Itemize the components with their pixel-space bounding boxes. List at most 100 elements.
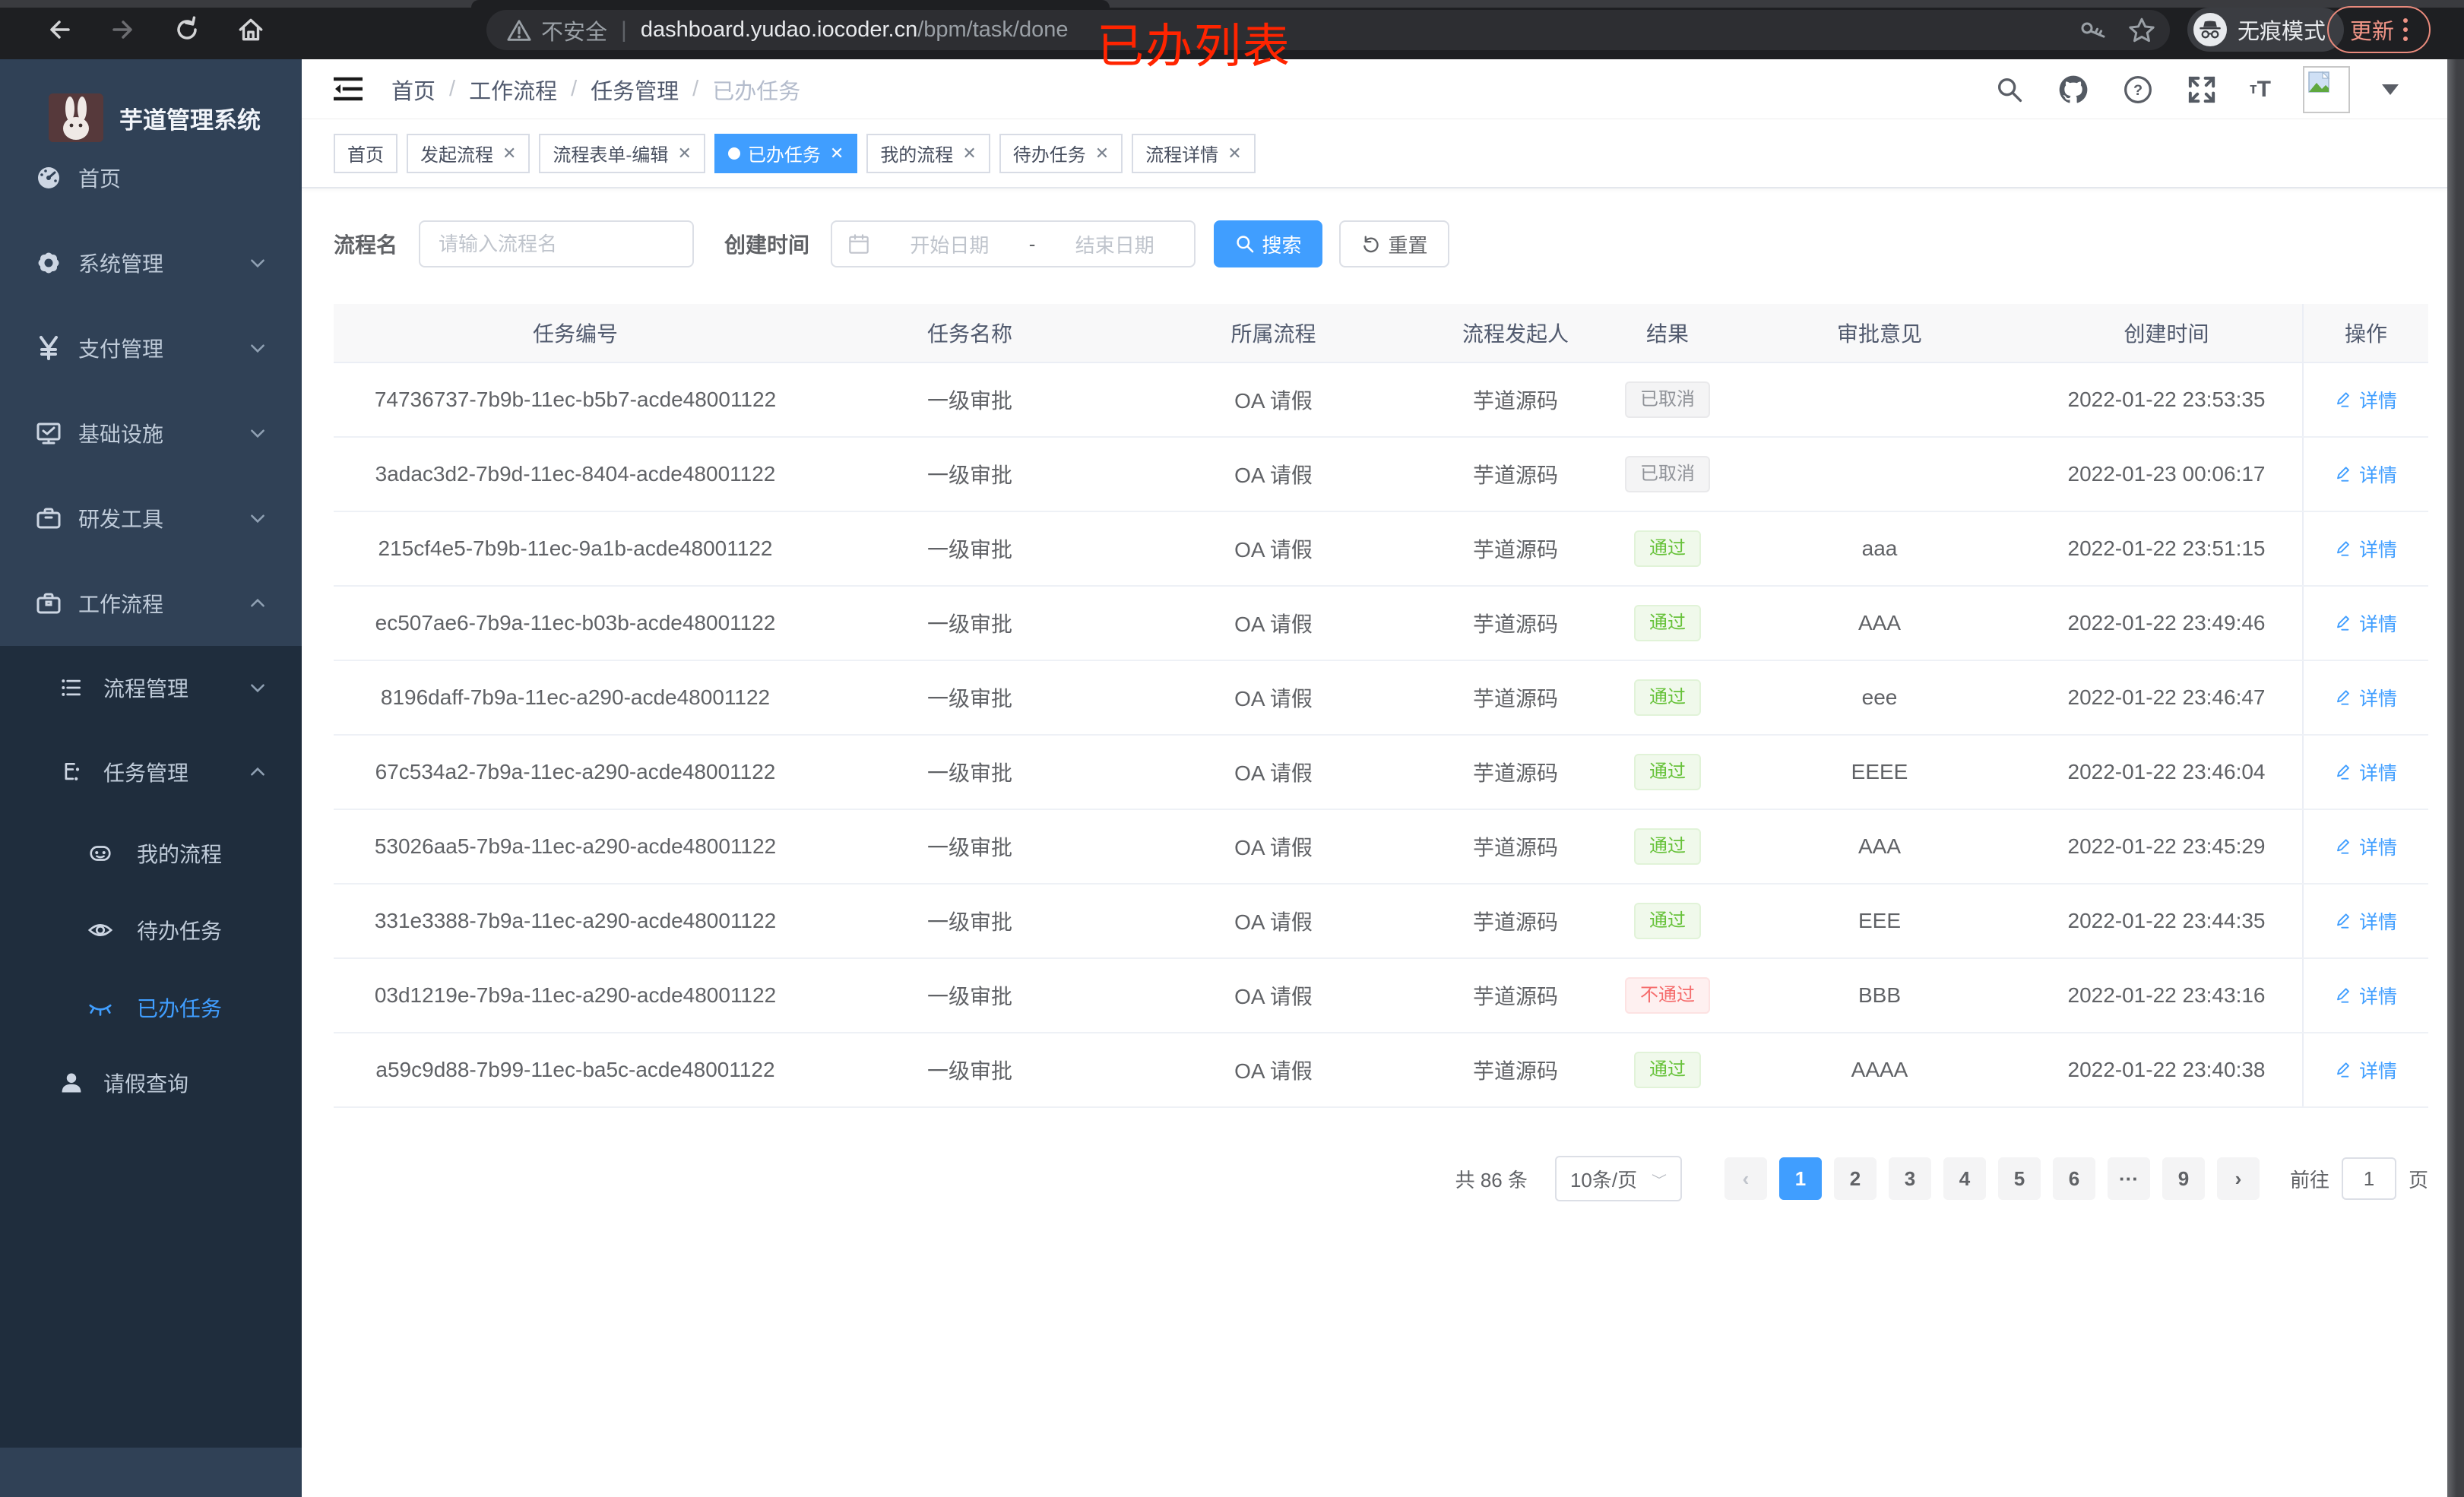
close-tab-icon[interactable]: ✕ bbox=[830, 144, 844, 163]
sidebar-item-system[interactable]: 系统管理 bbox=[0, 220, 302, 305]
col-task-name: 任务名称 bbox=[926, 322, 1012, 346]
edit-pencil-icon bbox=[2337, 616, 2349, 631]
date-range-input[interactable]: 开始日期 - 结束日期 bbox=[831, 220, 1196, 267]
sidebar-item-process-management[interactable]: 流程管理 bbox=[0, 645, 302, 730]
cell-task-id: a59c9d88-7b99-11ec-ba5c-acde48001122 bbox=[375, 1058, 775, 1081]
detail-link[interactable]: 详情 bbox=[2335, 833, 2397, 860]
edit-pencil-icon bbox=[2337, 988, 2349, 1003]
sidebar-item-label: 我的流程 bbox=[137, 843, 223, 866]
detail-link[interactable]: 详情 bbox=[2335, 758, 2397, 786]
sidebar-item-leave-query[interactable]: 请假查询 bbox=[0, 1040, 302, 1125]
sidebar-item-todo-tasks[interactable]: 待办任务 bbox=[0, 888, 302, 973]
edit-pencil-icon bbox=[2337, 913, 2349, 929]
cell-process: OA 请假 bbox=[1234, 761, 1313, 785]
reset-button[interactable]: 重置 bbox=[1339, 220, 1450, 267]
prev-page-button[interactable]: ‹ bbox=[1724, 1157, 1767, 1200]
avatar[interactable] bbox=[2303, 65, 2350, 113]
tab-todo-tasks[interactable]: 待办任务 ✕ bbox=[999, 133, 1123, 173]
cell-actions: 详情 bbox=[2302, 810, 2428, 883]
detail-link[interactable]: 详情 bbox=[2335, 982, 2397, 1009]
cell-task-name: 一级审批 bbox=[926, 464, 1012, 487]
sidebar-item-my-process[interactable]: 我的流程 bbox=[0, 811, 302, 896]
cell-result: 通过 bbox=[1607, 885, 1728, 957]
password-key-icon[interactable] bbox=[2079, 17, 2106, 44]
col-create-time: 创建时间 bbox=[2124, 322, 2209, 346]
sidebar-item-home[interactable]: 首页 bbox=[0, 135, 302, 220]
cell-process: OA 请假 bbox=[1234, 538, 1313, 562]
close-tab-icon[interactable]: ✕ bbox=[1095, 144, 1109, 163]
detail-link[interactable]: 详情 bbox=[2335, 386, 2397, 413]
sidebar-item-done-tasks[interactable]: 已办任务 bbox=[0, 965, 302, 1050]
cell-task-name: 一级审批 bbox=[926, 761, 1012, 785]
detail-link[interactable]: 详情 bbox=[2335, 684, 2397, 711]
tab-home[interactable]: 首页 bbox=[334, 133, 397, 173]
cell-result: 通过 bbox=[1607, 810, 1728, 883]
window-scrollbar-strip[interactable] bbox=[2447, 59, 2464, 1497]
cell-actions: 详情 bbox=[2302, 959, 2428, 1032]
breadcrumb-workflow[interactable]: 工作流程 bbox=[469, 74, 557, 106]
detail-link[interactable]: 详情 bbox=[2335, 1056, 2397, 1084]
page-button-1[interactable]: 1 bbox=[1778, 1157, 1822, 1200]
close-tab-icon[interactable]: ✕ bbox=[677, 144, 691, 163]
search-icon bbox=[1236, 236, 1253, 253]
address-bar[interactable]: 不安全 | dashboard.yudao.iocoder.cn/bpm/tas… bbox=[486, 10, 2170, 50]
tab-done-tasks[interactable]: 已办任务 ✕ bbox=[714, 133, 858, 173]
goto-page-input[interactable] bbox=[2341, 1157, 2396, 1200]
breadcrumb-task-management[interactable]: 任务管理 bbox=[591, 74, 679, 106]
help-icon[interactable]: ? bbox=[2122, 74, 2154, 106]
page-button-6[interactable]: 6 bbox=[2052, 1157, 2095, 1200]
github-icon[interactable] bbox=[2057, 73, 2090, 106]
page-button-4[interactable]: 4 bbox=[1943, 1157, 1986, 1200]
page-button-2[interactable]: 2 bbox=[1833, 1157, 1877, 1200]
fullscreen-icon[interactable] bbox=[2186, 74, 2218, 106]
cell-starter: 芋道源码 bbox=[1472, 612, 1558, 636]
close-tab-icon[interactable]: ✕ bbox=[962, 144, 976, 163]
avatar-caret-icon[interactable] bbox=[2382, 84, 2399, 95]
browser-home-button[interactable] bbox=[232, 11, 270, 49]
browser-back-button[interactable] bbox=[40, 11, 78, 49]
page-button-3[interactable]: 3 bbox=[1888, 1157, 1931, 1200]
done-task-table: 任务编号 任务名称 所属流程 流程发起人 结果 审批意见 创建时间 操作 747… bbox=[334, 304, 2428, 1108]
chevron-down-icon bbox=[248, 423, 268, 443]
tab-start-process[interactable]: 发起流程 ✕ bbox=[407, 133, 530, 173]
search-icon[interactable] bbox=[1994, 74, 2025, 105]
tab-my-process[interactable]: 我的流程 ✕ bbox=[866, 133, 990, 173]
browser-update-button[interactable]: 更新 bbox=[2327, 6, 2431, 53]
incognito-icon bbox=[2193, 13, 2227, 46]
close-tab-icon[interactable]: ✕ bbox=[1227, 144, 1241, 163]
sidebar-item-infrastructure[interactable]: 基础设施 bbox=[0, 391, 302, 476]
page-size-select[interactable]: 10条/页 ﹀ bbox=[1554, 1156, 1682, 1201]
browser-tab-strip bbox=[0, 0, 2464, 8]
page-button-9[interactable]: 9 bbox=[2162, 1157, 2205, 1200]
cell-actions: 详情 bbox=[2302, 736, 2428, 809]
next-page-button[interactable]: › bbox=[2216, 1157, 2260, 1200]
sidebar-item-payment[interactable]: 支付管理 bbox=[0, 305, 302, 391]
detail-link[interactable]: 详情 bbox=[2335, 535, 2397, 562]
detail-link[interactable]: 详情 bbox=[2335, 907, 2397, 935]
process-name-input[interactable] bbox=[439, 232, 675, 256]
browser-active-tab[interactable] bbox=[471, 0, 1110, 8]
bookmark-star-icon[interactable] bbox=[2127, 16, 2156, 45]
cell-task-id: 331e3388-7b9a-11ec-a290-acde48001122 bbox=[374, 909, 777, 932]
sidebar-item-task-management[interactable]: 任务管理 bbox=[0, 730, 302, 815]
browser-menu-icon[interactable] bbox=[2403, 18, 2408, 41]
search-button[interactable]: 搜索 bbox=[1214, 220, 1323, 267]
detail-link[interactable]: 详情 bbox=[2335, 609, 2397, 637]
font-size-icon[interactable]: тT bbox=[2250, 77, 2271, 103]
sidebar-item-workflow[interactable]: 工作流程 bbox=[0, 561, 302, 646]
more-pages-button[interactable]: ··· bbox=[2107, 1157, 2150, 1200]
browser-forward-button[interactable] bbox=[104, 11, 142, 49]
browser-reload-button[interactable] bbox=[168, 11, 206, 49]
sidebar-item-devtools[interactable]: 研发工具 bbox=[0, 476, 302, 561]
breadcrumb-home[interactable]: 首页 bbox=[391, 74, 435, 106]
close-tab-icon[interactable]: ✕ bbox=[502, 144, 516, 163]
edit-pencil-icon bbox=[2337, 392, 2349, 407]
tab-process-detail[interactable]: 流程详情 ✕ bbox=[1132, 133, 1256, 173]
cell-task-id: 53026aa5-7b9a-11ec-a290-acde48001122 bbox=[374, 834, 777, 858]
chevron-up-icon bbox=[248, 593, 268, 613]
page-button-5[interactable]: 5 bbox=[1997, 1157, 2041, 1200]
annotation-done-list: 已办列表 bbox=[1097, 21, 1292, 73]
tab-process-form-edit[interactable]: 流程表单-编辑 ✕ bbox=[539, 133, 705, 173]
detail-link[interactable]: 详情 bbox=[2335, 460, 2397, 488]
sidebar-collapse-button[interactable] bbox=[334, 76, 363, 102]
